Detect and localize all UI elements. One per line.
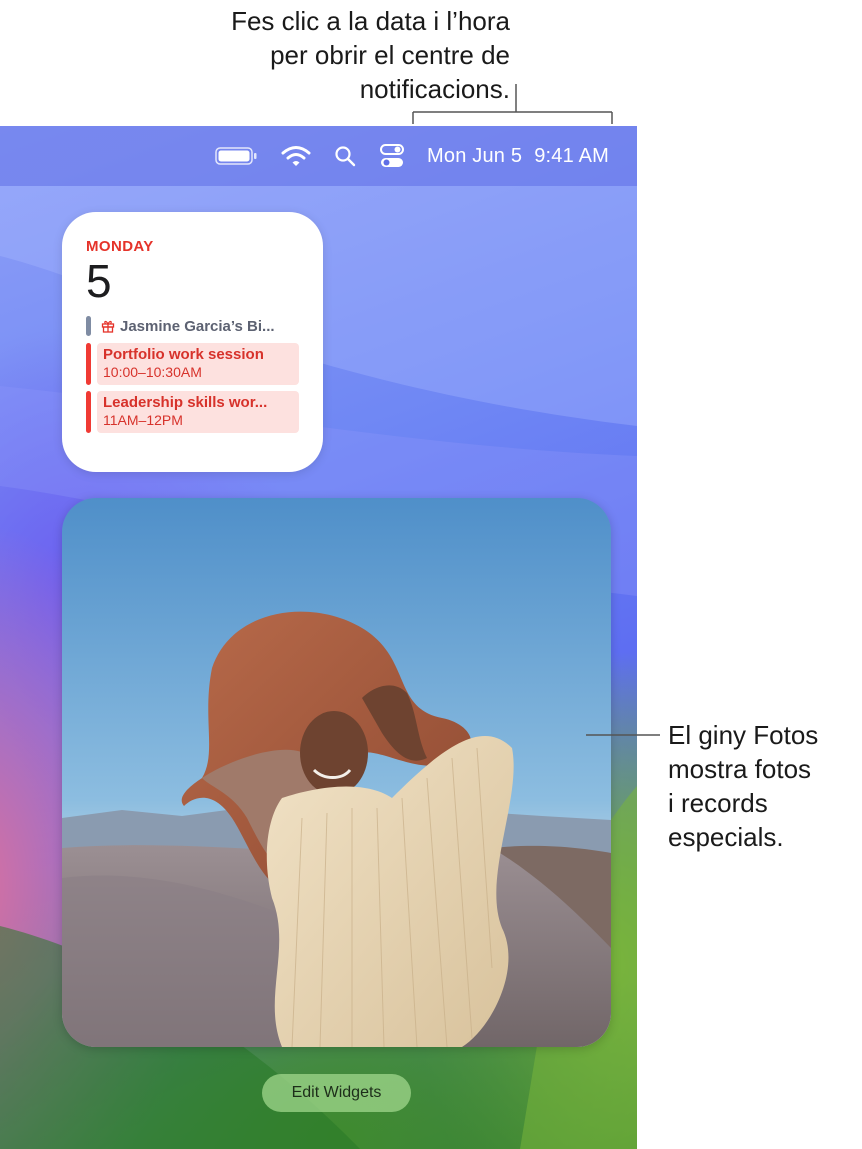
desktop: Mon Jun 5 9:41 AM MONDAY 5 Jasmine Garci…: [0, 126, 637, 1149]
gift-icon: [101, 320, 115, 333]
menu-bar: Mon Jun 5 9:41 AM: [0, 126, 637, 186]
calendar-weekday: MONDAY: [86, 238, 154, 255]
callout-right-line-3: i records: [668, 788, 768, 818]
calendar-event[interactable]: Portfolio work session 10:00–10:30AM: [86, 343, 299, 385]
edit-widgets-button[interactable]: Edit Widgets: [262, 1074, 411, 1112]
event-title: Leadership skills wor...: [103, 394, 268, 411]
battery-icon[interactable]: [215, 146, 259, 166]
calendar-widget[interactable]: MONDAY 5 Jasmine Garcia’s Bi... Portfoli…: [62, 212, 323, 472]
calendar-all-day-event[interactable]: Jasmine Garcia’s Bi...: [86, 315, 299, 337]
menu-bar-date: Mon Jun 5: [427, 144, 523, 167]
event-color-bar: [86, 316, 91, 336]
callout-right-line-2: mostra fotos: [668, 754, 812, 784]
callout-right: El giny Fotos mostra fotos i records esp…: [668, 718, 858, 854]
event-color-bar: [86, 391, 91, 433]
callout-right-line-4: especials.: [668, 822, 784, 852]
all-day-event-title: Jasmine Garcia’s Bi...: [120, 317, 275, 335]
menu-bar-time: 9:41 AM: [534, 144, 609, 167]
photos-widget[interactable]: [62, 498, 611, 1047]
calendar-event[interactable]: Leadership skills wor... 11AM–12PM: [86, 391, 299, 433]
portrait-photo: [62, 498, 611, 1047]
wifi-icon[interactable]: [281, 144, 311, 168]
menu-bar-clock[interactable]: Mon Jun 5 9:41 AM: [427, 145, 609, 168]
event-color-bar: [86, 343, 91, 385]
event-time: 11AM–12PM: [103, 412, 183, 428]
control-center-icon[interactable]: [379, 142, 405, 170]
callout-top-leader: [412, 84, 613, 124]
event-time: 10:00–10:30AM: [103, 364, 202, 380]
calendar-date: 5: [86, 255, 112, 307]
callout-right-line-1: El giny Fotos: [668, 720, 819, 750]
event-title: Portfolio work session: [103, 346, 264, 363]
search-icon[interactable]: [333, 144, 357, 168]
